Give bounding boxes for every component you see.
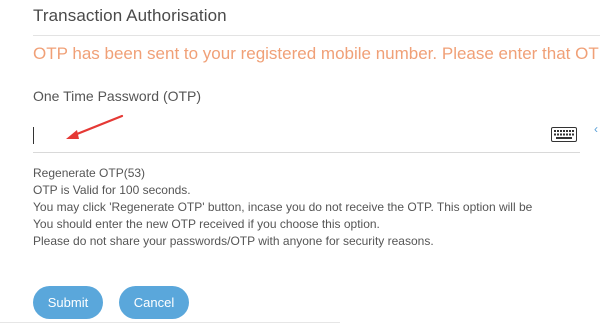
otp-input-underline [33, 152, 580, 153]
info-line: Please do not share your passwords/OTP w… [33, 234, 434, 248]
info-line: You may click 'Regenerate OTP' button, i… [33, 200, 533, 214]
submit-button[interactable]: Submit [33, 286, 103, 319]
page-title: Transaction Authorisation [33, 6, 227, 25]
regenerate-otp-link[interactable]: Regenerate OTP(53) [33, 165, 532, 182]
bottom-divider [0, 322, 340, 323]
annotation-arrow-icon [66, 114, 124, 139]
text-cursor [33, 127, 34, 144]
otp-field-label: One Time Password (OTP) [33, 88, 202, 104]
otp-info-block: Regenerate OTP(53) OTP is Valid for 100 … [33, 165, 532, 250]
otp-sent-notice: OTP has been sent to your registered mob… [33, 44, 600, 63]
info-line: You should enter the new OTP received if… [33, 217, 380, 231]
cancel-button[interactable]: Cancel [119, 286, 189, 319]
title-divider [33, 35, 600, 36]
chevron-left-icon[interactable]: ‹ [594, 122, 598, 136]
info-line: OTP is Valid for 100 seconds. [33, 183, 191, 197]
virtual-keyboard-icon[interactable] [551, 127, 577, 142]
